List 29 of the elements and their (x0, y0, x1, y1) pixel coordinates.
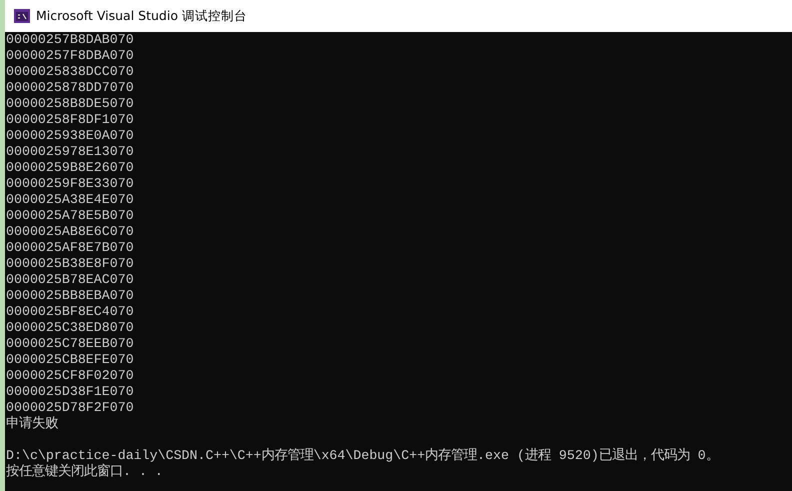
address-line: 0000025878DD7070 (6, 80, 134, 95)
address-line: 0000025CF8F02070 (6, 368, 134, 383)
address-line: 0000025938E0A070 (6, 128, 134, 143)
address-line: 0000025CB8EFE070 (6, 352, 134, 367)
address-line: 0000025A38E4E070 (6, 192, 134, 207)
address-line: 00000259B8E26070 (6, 160, 134, 175)
address-line: 0000025D78F2F070 (6, 400, 134, 415)
console-app-icon (14, 9, 30, 23)
address-line: 00000257B8DAB070 (6, 32, 134, 47)
exit-message: D:\c\practice-daily\CSDN.C++\C++内存管理\x64\Debug\C++内存管理.exe (进程 9520)已退出，代码为 0。 (6, 448, 719, 463)
address-line: 0000025BF8EC4070 (6, 304, 134, 319)
address-line: 0000025978E13070 (6, 144, 134, 159)
address-line: 00000259F8E33070 (6, 176, 134, 191)
close-prompt: 按任意键关闭此窗口. . . (6, 464, 163, 479)
address-line: 00000258B8DE5070 (6, 96, 134, 111)
address-line: 0000025AF8E7B070 (6, 240, 134, 255)
address-line: 0000025BB8EBA070 (6, 288, 134, 303)
error-message: 申请失败 (6, 416, 58, 431)
address-line: 0000025C38ED8070 (6, 320, 134, 335)
address-line: 0000025D38F1E070 (6, 384, 134, 399)
address-line: 0000025B78EAC070 (6, 272, 134, 287)
address-line: 00000257F8DBA070 (6, 48, 134, 63)
address-line: 0000025B38E8F070 (6, 256, 134, 271)
address-line: 0000025AB8E6C070 (6, 224, 134, 239)
address-line: 0000025838DCC070 (6, 64, 134, 79)
address-line: 0000025C78EEB070 (6, 336, 134, 351)
address-line: 00000258F8DF1070 (6, 112, 134, 127)
window-title: Microsoft Visual Studio 调试控制台 (36, 6, 247, 25)
address-line: 0000025A78E5B070 (6, 208, 134, 223)
